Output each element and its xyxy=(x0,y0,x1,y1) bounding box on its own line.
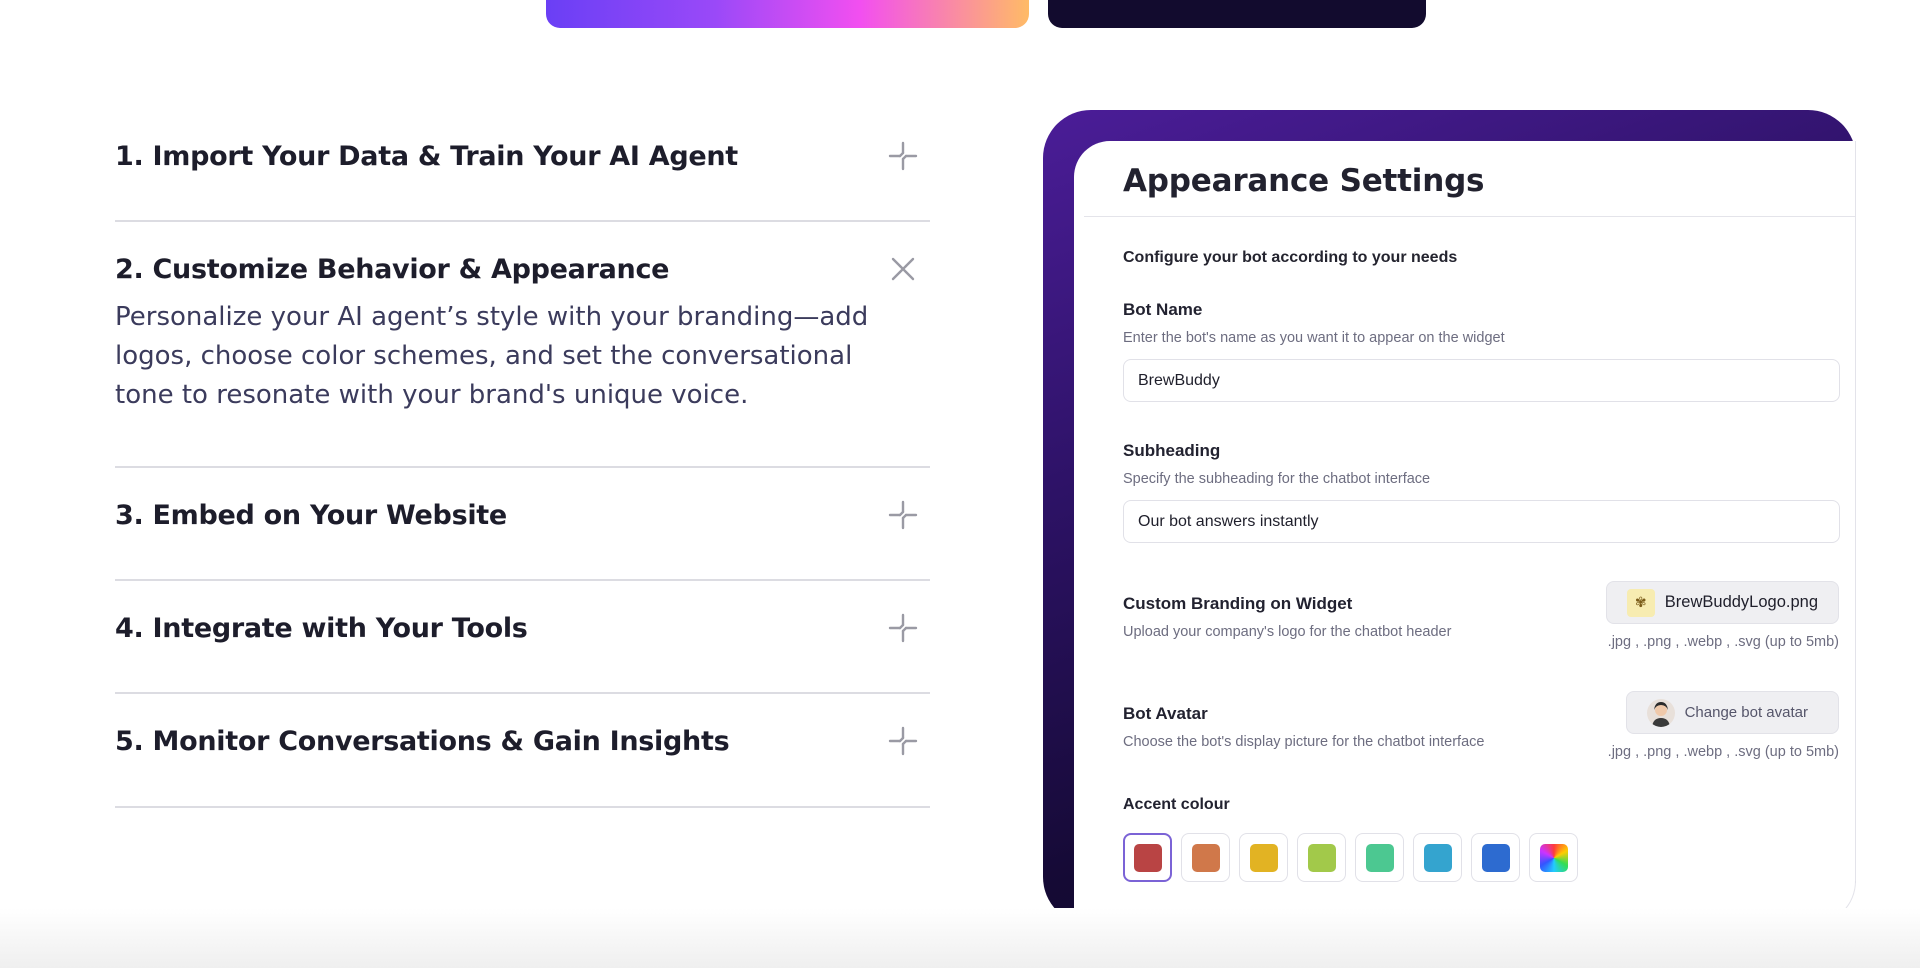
bot-name-input[interactable]: BrewBuddy xyxy=(1123,359,1840,402)
accordion-item-2[interactable]: 2. Customize Behavior & Appearance Perso… xyxy=(115,222,930,468)
page-bottom-fade xyxy=(0,908,1920,968)
swatch-blue[interactable] xyxy=(1471,833,1520,882)
accordion-title: 3. Embed on Your Website xyxy=(115,499,507,531)
top-gradient-button[interactable] xyxy=(546,0,1029,28)
swatch-color xyxy=(1133,843,1162,872)
plus-sparkle-icon[interactable] xyxy=(886,724,920,758)
subheading-hint: Specify the subheading for the chatbot i… xyxy=(1123,471,1431,487)
swatch-yellow[interactable] xyxy=(1239,833,1288,882)
bot-name-label: Bot Name xyxy=(1123,300,1203,319)
accordion-item-5[interactable]: 5. Monitor Conversations & Gain Insights xyxy=(115,694,930,808)
branding-hint: Upload your company's logo for the chatb… xyxy=(1123,624,1452,640)
appearance-settings-card: Appearance Settings Configure your bot a… xyxy=(1074,141,1856,925)
plus-sparkle-icon[interactable] xyxy=(886,498,920,532)
custom-colour-picker[interactable] xyxy=(1529,833,1578,882)
card-subtitle: Configure your bot according to your nee… xyxy=(1123,249,1458,266)
accordion-item-1[interactable]: 1. Import Your Data & Train Your AI Agen… xyxy=(115,100,930,222)
accordion-header[interactable]: 3. Embed on Your Website xyxy=(115,468,930,532)
avatar-label: Bot Avatar xyxy=(1123,704,1208,723)
top-dark-button[interactable] xyxy=(1048,0,1426,28)
swatch-color xyxy=(1249,843,1278,872)
accordion-item-3[interactable]: 3. Embed on Your Website xyxy=(115,468,930,581)
avatar-thumbnail-icon xyxy=(1646,698,1675,727)
swatch-red[interactable] xyxy=(1123,833,1172,882)
subheading-value: Our bot answers instantly xyxy=(1138,512,1319,530)
accordion-body: Personalize your AI agent’s style with y… xyxy=(115,302,869,410)
card-title: Appearance Settings xyxy=(1123,163,1485,199)
card-divider xyxy=(1084,216,1855,217)
avatar-hint: Choose the bot's display picture for the… xyxy=(1123,734,1485,750)
avatar-button-label: Change bot avatar xyxy=(1684,704,1808,721)
branding-label: Custom Branding on Widget xyxy=(1123,594,1353,613)
swatch-color xyxy=(1191,843,1220,872)
accordion-header[interactable]: 4. Integrate with Your Tools xyxy=(115,581,930,645)
color-wheel-icon xyxy=(1539,843,1568,872)
branding-file-note: .jpg , .png , .webp , .svg (up to 5mb) xyxy=(1607,634,1839,650)
subheading-input[interactable]: Our bot answers instantly xyxy=(1123,500,1840,543)
accordion-title: 1. Import Your Data & Train Your AI Agen… xyxy=(115,140,738,172)
accordion-item-4[interactable]: 4. Integrate with Your Tools xyxy=(115,581,930,694)
steps-accordion: 1. Import Your Data & Train Your AI Agen… xyxy=(115,100,930,808)
accordion-header[interactable]: 5. Monitor Conversations & Gain Insights xyxy=(115,694,930,758)
avatar-file-note: .jpg , .png , .webp , .svg (up to 5mb) xyxy=(1607,744,1839,760)
swatch-orange[interactable] xyxy=(1181,833,1230,882)
accent-colour-swatches xyxy=(1123,833,1578,882)
bot-name-hint: Enter the bot's name as you want it to a… xyxy=(1123,330,1505,346)
close-icon[interactable] xyxy=(886,252,920,286)
accordion-header[interactable]: 2. Customize Behavior & Appearance xyxy=(115,222,930,286)
subheading-label: Subheading xyxy=(1123,441,1221,460)
plus-sparkle-icon[interactable] xyxy=(886,139,920,173)
accent-colour-label: Accent colour xyxy=(1123,796,1230,813)
logo-thumbnail-icon: ✾ xyxy=(1626,588,1655,617)
swatch-cyan[interactable] xyxy=(1413,833,1462,882)
plus-sparkle-icon[interactable] xyxy=(886,611,920,645)
accordion-title: 4. Integrate with Your Tools xyxy=(115,612,528,644)
swatch-color xyxy=(1365,843,1394,872)
accordion-header[interactable]: 1. Import Your Data & Train Your AI Agen… xyxy=(115,100,930,173)
accordion-title: 2. Customize Behavior & Appearance xyxy=(115,253,670,285)
swatch-green[interactable] xyxy=(1355,833,1404,882)
swatch-color xyxy=(1423,843,1452,872)
change-avatar-button[interactable]: Change bot avatar xyxy=(1625,691,1839,734)
swatch-color xyxy=(1307,843,1336,872)
bot-name-value: BrewBuddy xyxy=(1138,371,1220,389)
swatch-lime[interactable] xyxy=(1297,833,1346,882)
upload-logo-button[interactable]: ✾ BrewBuddyLogo.png xyxy=(1605,581,1839,624)
swatch-color xyxy=(1481,843,1510,872)
accordion-title: 5. Monitor Conversations & Gain Insights xyxy=(115,725,730,757)
logo-file-name: BrewBuddyLogo.png xyxy=(1664,593,1818,611)
